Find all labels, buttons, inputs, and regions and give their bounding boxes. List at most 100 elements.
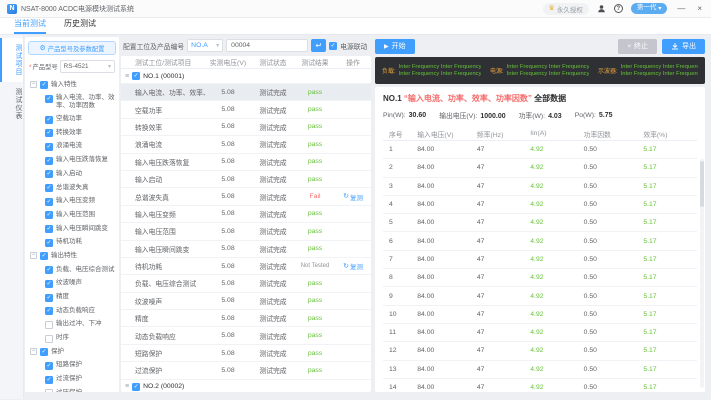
tree-group[interactable]: − ✓ 输入特性 — [28, 78, 116, 92]
tree-group-checkbox[interactable]: ✓ — [40, 252, 48, 261]
tree-item-checkbox[interactable]: ✓ — [45, 129, 53, 138]
tree-item[interactable]: ✓ 短路保护 — [28, 359, 116, 373]
product-no-input[interactable] — [226, 39, 309, 52]
start-button[interactable]: ▶ 开始 — [375, 39, 415, 54]
tree-item[interactable]: ✓ 动态负载响应 — [28, 304, 116, 318]
collapse-icon[interactable]: − — [30, 348, 37, 356]
test-item-row[interactable]: 输入电流、功率、效率、功率因数 5.08 测试完成 pass — [121, 84, 371, 102]
tree-item[interactable]: ✓ 输入电压瞬间跳变 — [28, 222, 116, 236]
user-icon[interactable] — [597, 4, 606, 13]
result-row[interactable]: 13 84.00 47 4.92 0.50 5.17 — [383, 361, 697, 379]
export-button[interactable]: 导出 — [662, 39, 705, 54]
license-badge[interactable]: ♛ 永久授权 — [542, 2, 589, 15]
tree-item[interactable]: ✓ 浪涌电流 — [28, 140, 116, 154]
tree-item[interactable]: 过压保护 — [28, 386, 116, 392]
help-icon[interactable]: ? — [613, 4, 623, 13]
result-row[interactable]: 10 84.00 47 4.92 0.50 5.17 — [383, 306, 697, 324]
tree-item-checkbox[interactable]: ✓ — [45, 266, 53, 275]
station-checkbox[interactable]: ✓ — [132, 72, 141, 81]
test-item-row[interactable]: 输入启动 5.08 测试完成 pass — [121, 171, 371, 189]
station-group-row[interactable]: ≡ ✓ NO.2 (00002) — [121, 380, 371, 392]
result-row[interactable]: 11 84.00 47 4.92 0.50 5.17 — [383, 324, 697, 343]
result-row[interactable]: 4 84.00 47 4.92 0.50 5.17 — [383, 196, 697, 215]
test-item-row[interactable]: 输入电压范围 5.08 测试完成 pass — [121, 223, 371, 241]
test-item-row[interactable]: 短路保护 5.08 测试完成 pass — [121, 345, 371, 363]
tree-item[interactable]: ✓ 精度 — [28, 290, 116, 304]
result-row[interactable]: 3 84.00 47 4.92 0.50 5.17 — [383, 178, 697, 196]
tree-item-checkbox[interactable]: ✓ — [45, 361, 53, 370]
tree-item[interactable]: ✓ 输入电流、功率、效率、功率因数 — [28, 92, 116, 113]
test-item-row[interactable]: 动态负载响应 5.08 测试完成 pass — [121, 327, 371, 345]
rail-tab-test-items[interactable]: 测试项目 — [0, 38, 23, 82]
result-row[interactable]: 2 84.00 47 4.92 0.50 5.17 — [383, 159, 697, 178]
tree-group-checkbox[interactable]: ✓ — [40, 81, 48, 90]
tree-item-checkbox[interactable]: ✓ — [45, 197, 53, 206]
tree-item-checkbox[interactable]: ✓ — [45, 211, 53, 220]
stop-button[interactable]: × 终止 — [618, 39, 657, 54]
drag-handle-icon[interactable]: ≡ — [125, 383, 129, 390]
test-item-row[interactable]: 纹波噪声 5.08 测试完成 pass — [121, 293, 371, 311]
test-item-row[interactable]: 输入电压变频 5.08 测试完成 pass — [121, 206, 371, 224]
test-item-row[interactable]: 待机功耗 5.08 测试完成 Not Tested ↻ 复测 — [121, 258, 371, 276]
tree-item[interactable]: ✓ 输入电压跌落恢复 — [28, 154, 116, 168]
close-button[interactable]: × — [695, 4, 704, 13]
test-item-row[interactable]: 输入电压瞬间跳变 5.08 测试完成 pass — [121, 241, 371, 258]
tree-item[interactable]: ✓ 转换效率 — [28, 126, 116, 140]
enter-button[interactable]: ↵ — [311, 39, 327, 52]
tree-item[interactable]: ✓ 待机功耗 — [28, 236, 116, 250]
tree-item[interactable]: ✓ 输入启动 — [28, 167, 116, 181]
drag-handle-icon[interactable]: ≡ — [125, 73, 129, 80]
tree-item[interactable]: 输出过冲、下冲 — [28, 318, 116, 332]
linkage-checkbox[interactable]: ✓ — [329, 41, 338, 50]
collapse-icon[interactable]: − — [30, 252, 37, 260]
scrollbar[interactable] — [700, 159, 704, 388]
test-item-row[interactable]: 总谐波失真 5.08 测试完成 Fail ↻ 复测 — [121, 188, 371, 206]
tree-item[interactable]: ✓ 输入电压范围 — [28, 208, 116, 222]
tree-item-checkbox[interactable]: ✓ — [45, 238, 53, 247]
rail-tab-test-instruments[interactable]: 测试仪表 — [0, 82, 23, 126]
result-row[interactable]: 5 84.00 47 4.92 0.50 5.17 — [383, 214, 697, 233]
test-item-row[interactable]: 过流保护 5.08 测试完成 pass — [121, 362, 371, 380]
tree-group-checkbox[interactable]: ✓ — [40, 348, 48, 357]
tree-group[interactable]: − ✓ 输出特性 — [28, 249, 116, 263]
test-item-row[interactable]: 精度 5.08 测试完成 pass — [121, 310, 371, 328]
collapse-icon[interactable]: − — [30, 81, 37, 89]
tree-item[interactable]: ✓ 负载、电压综合测试 — [28, 263, 116, 277]
tree-item[interactable]: ✓ 输入电压变频 — [28, 195, 116, 209]
tree-item[interactable]: ✓ 空载功率 — [28, 112, 116, 126]
test-item-row[interactable]: 转换效率 5.08 测试完成 pass — [121, 119, 371, 137]
tree-item-checkbox[interactable]: ✓ — [45, 184, 53, 192]
tree-item-checkbox[interactable] — [45, 389, 53, 392]
version-dropdown[interactable]: 第一代 ▾ — [630, 3, 668, 14]
tree-item[interactable]: ✓ 过流保护 — [28, 373, 116, 387]
test-item-row[interactable]: 空载功率 5.08 测试完成 pass — [121, 101, 371, 119]
tree-item-checkbox[interactable]: ✓ — [45, 293, 53, 302]
station-checkbox[interactable]: ✓ — [132, 382, 141, 391]
tree-item-checkbox[interactable] — [45, 320, 53, 329]
tree-item-checkbox[interactable]: ✓ — [45, 307, 53, 316]
tree-item-checkbox[interactable]: ✓ — [45, 170, 53, 179]
retest-button[interactable]: ↻ 复测 — [343, 261, 363, 272]
result-row[interactable]: 14 84.00 47 4.92 0.50 5.17 — [383, 379, 697, 392]
result-row[interactable]: 1 84.00 47 4.92 0.50 5.17 — [383, 141, 697, 160]
retest-button[interactable]: ↻ 复测 — [343, 192, 363, 202]
station-select[interactable]: NO.A ▾ — [187, 39, 224, 52]
station-group-row[interactable]: ≡ ✓ NO.1 (00001) — [121, 69, 371, 84]
test-item-row[interactable]: 浪涌电流 5.08 测试完成 pass — [121, 136, 371, 154]
product-config-button[interactable]: ⚙ 产品型号及参数配置 — [28, 41, 116, 55]
tree-item-checkbox[interactable]: ✓ — [45, 375, 53, 384]
result-row[interactable]: 9 84.00 47 4.92 0.50 5.17 — [383, 287, 697, 306]
product-model-select[interactable]: RS-4521 ▾ — [59, 60, 115, 73]
tree-item[interactable]: ✓ 纹波噪声 — [28, 277, 116, 291]
tree-item-checkbox[interactable]: ✓ — [45, 94, 53, 103]
tab-current-test[interactable]: 当前测试 — [14, 18, 46, 34]
tree-group[interactable]: − ✓ 保护 — [28, 345, 116, 359]
tree-item-checkbox[interactable]: ✓ — [45, 115, 53, 124]
result-row[interactable]: 7 84.00 47 4.92 0.50 5.17 — [383, 251, 697, 270]
test-item-row[interactable]: 输入电压跌落恢复 5.08 测试完成 pass — [121, 154, 371, 171]
tree-item[interactable]: 时序 — [28, 331, 116, 345]
result-row[interactable]: 12 84.00 47 4.92 0.50 5.17 — [383, 342, 697, 361]
tree-item-checkbox[interactable]: ✓ — [45, 279, 53, 288]
test-item-row[interactable]: 负载、电压综合测试 5.08 测试完成 pass — [121, 275, 371, 293]
tree-item-checkbox[interactable]: ✓ — [45, 142, 53, 151]
